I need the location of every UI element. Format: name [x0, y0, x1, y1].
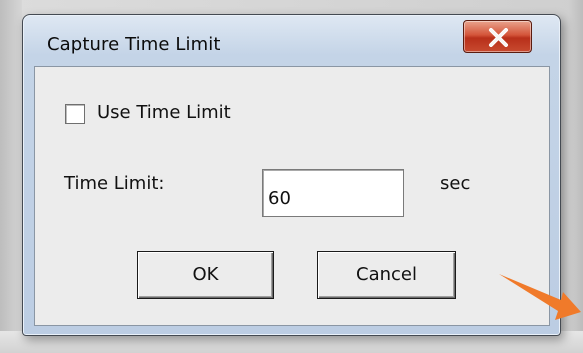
time-limit-input[interactable] [262, 169, 404, 217]
use-time-limit-label[interactable]: Use Time Limit [97, 102, 231, 123]
dialog-window: Capture Time Limit Use Time Limit Time L… [22, 14, 561, 336]
background-shadow-left [0, 0, 22, 353]
use-time-limit-checkbox[interactable] [65, 104, 85, 124]
orange-arrow-icon [499, 274, 581, 320]
cancel-button[interactable]: Cancel [317, 251, 456, 299]
close-button[interactable] [463, 20, 532, 53]
time-limit-label: Time Limit: [64, 173, 165, 194]
time-unit-label: sec [440, 173, 471, 194]
window-title: Capture Time Limit [47, 34, 221, 55]
dialog-client-area: Use Time Limit Time Limit: sec OK Cancel [34, 66, 550, 326]
ok-button[interactable]: OK [137, 251, 274, 299]
close-x-icon [489, 28, 508, 47]
